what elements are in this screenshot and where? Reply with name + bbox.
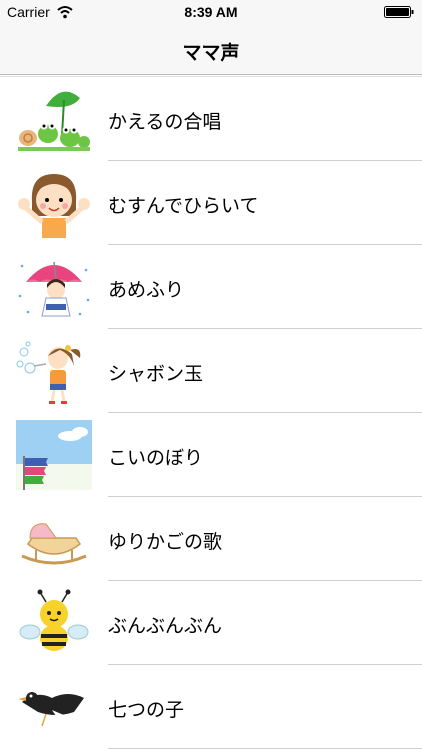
bee-icon [16,588,92,658]
song-title: あめふり [108,279,185,301]
song-title: ゆりかごの歌 [108,531,223,553]
song-title: ぶんぶんぶん [108,615,223,637]
navigation-bar: ママ声 [0,26,422,75]
umbrella-girl-icon [16,252,92,322]
song-row-nanatsunoko[interactable]: 七つの子 [0,665,422,749]
song-title: シャボン玉 [108,363,204,385]
song-row-musunde[interactable]: むすんでひらいて [0,161,422,245]
song-row-amefuri[interactable]: あめふり [0,245,422,329]
status-time: 8:39 AM [184,4,238,20]
song-title: かえるの合唱 [108,111,222,133]
song-title: 七つの子 [108,699,185,721]
status-bar: Carrier 8:39 AM [0,0,422,26]
song-row-yurikago[interactable]: ゆりかごの歌 [0,497,422,581]
song-row-kaeru[interactable]: かえるの合唱 [0,77,422,161]
bubble-girl-icon [16,336,92,406]
song-list[interactable]: かえるの合唱 むすんでひらいて あめふり シャボン玉 こいのぼり ゆりかごの歌 … [0,76,422,751]
cradle-icon [16,504,92,574]
song-title: こいのぼり [108,447,204,469]
carp-streamer-icon [16,420,92,490]
page-title: ママ声 [182,42,240,64]
battery-icon [384,6,414,18]
song-title: むすんでひらいて [108,195,259,217]
song-row-shabondama[interactable]: シャボン玉 [0,329,422,413]
song-row-bunbunbun[interactable]: ぶんぶんぶん [0,581,422,665]
girl-waving-icon [16,168,92,238]
song-row-koinobori[interactable]: こいのぼり [0,413,422,497]
frogs-icon [16,84,92,154]
crow-icon [16,672,92,742]
